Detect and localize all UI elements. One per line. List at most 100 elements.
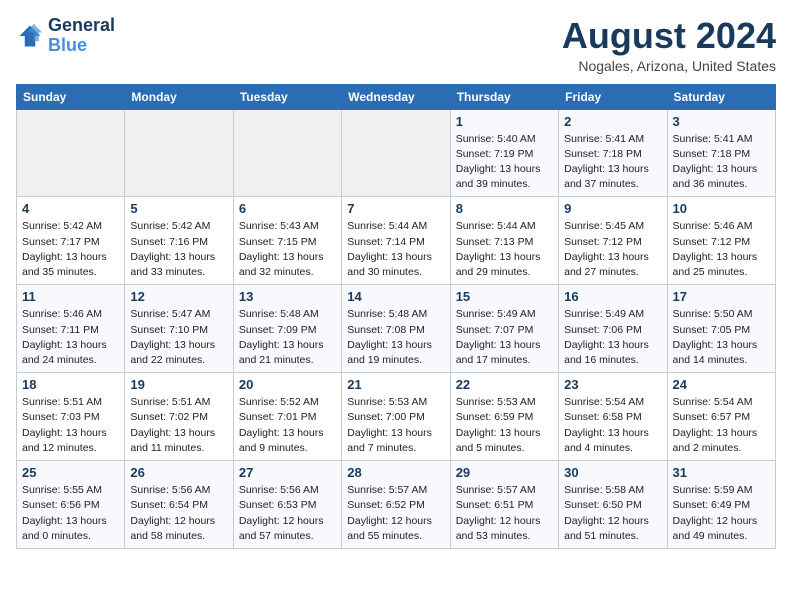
day-info: Sunrise: 5:47 AM Sunset: 7:10 PM Dayligh… (130, 307, 227, 368)
day-info: Sunrise: 5:57 AM Sunset: 6:51 PM Dayligh… (456, 483, 553, 544)
day-info: Sunrise: 5:53 AM Sunset: 6:59 PM Dayligh… (456, 395, 553, 456)
calendar-cell (233, 109, 341, 197)
day-info: Sunrise: 5:45 AM Sunset: 7:12 PM Dayligh… (564, 219, 661, 280)
calendar-cell: 27 Sunrise: 5:56 AM Sunset: 6:53 PM Dayli… (233, 461, 341, 549)
calendar-cell: 18 Sunrise: 5:51 AM Sunset: 7:03 PM Dayli… (17, 373, 125, 461)
day-info: Sunrise: 5:50 AM Sunset: 7:05 PM Dayligh… (673, 307, 770, 368)
day-info: Sunrise: 5:46 AM Sunset: 7:12 PM Dayligh… (673, 219, 770, 280)
day-info: Sunrise: 5:40 AM Sunset: 7:19 PM Dayligh… (456, 132, 553, 193)
day-info: Sunrise: 5:58 AM Sunset: 6:50 PM Dayligh… (564, 483, 661, 544)
day-number: 29 (456, 465, 553, 480)
calendar-cell (125, 109, 233, 197)
weekday-header: Tuesday (233, 84, 341, 109)
calendar-cell (17, 109, 125, 197)
title-block: August 2024 Nogales, Arizona, United Sta… (562, 16, 776, 74)
weekday-header: Wednesday (342, 84, 450, 109)
calendar-week-row: 11 Sunrise: 5:46 AM Sunset: 7:11 PM Dayli… (17, 285, 776, 373)
location: Nogales, Arizona, United States (562, 58, 776, 74)
day-info: Sunrise: 5:44 AM Sunset: 7:14 PM Dayligh… (347, 219, 444, 280)
day-number: 14 (347, 289, 444, 304)
calendar-cell: 1 Sunrise: 5:40 AM Sunset: 7:19 PM Daylig… (450, 109, 558, 197)
calendar-cell: 2Sunrise: 5:41 AM Sunset: 7:18 PM Daylig… (559, 109, 667, 197)
day-info: Sunrise: 5:44 AM Sunset: 7:13 PM Dayligh… (456, 219, 553, 280)
calendar-cell: 13Sunrise: 5:48 AM Sunset: 7:09 PM Dayli… (233, 285, 341, 373)
day-number: 3 (673, 114, 770, 129)
weekday-header: Friday (559, 84, 667, 109)
page-header: General Blue August 2024 Nogales, Arizon… (16, 16, 776, 74)
day-info: Sunrise: 5:57 AM Sunset: 6:52 PM Dayligh… (347, 483, 444, 544)
calendar-cell: 25Sunrise: 5:55 AM Sunset: 6:56 PM Dayli… (17, 461, 125, 549)
calendar-cell: 12 Sunrise: 5:47 AM Sunset: 7:10 PM Dayli… (125, 285, 233, 373)
calendar-cell: 4 Sunrise: 5:42 AM Sunset: 7:17 PM Daylig… (17, 197, 125, 285)
day-number: 4 (22, 201, 119, 216)
weekday-header: Thursday (450, 84, 558, 109)
calendar-cell: 20 Sunrise: 5:52 AM Sunset: 7:01 PM Dayli… (233, 373, 341, 461)
day-number: 19 (130, 377, 227, 392)
day-info: Sunrise: 5:42 AM Sunset: 7:17 PM Dayligh… (22, 219, 119, 280)
calendar-cell: 3Sunrise: 5:41 AM Sunset: 7:18 PM Daylig… (667, 109, 775, 197)
day-info: Sunrise: 5:49 AM Sunset: 7:06 PM Dayligh… (564, 307, 661, 368)
day-info: Sunrise: 5:48 AM Sunset: 7:08 PM Dayligh… (347, 307, 444, 368)
day-number: 12 (130, 289, 227, 304)
day-number: 26 (130, 465, 227, 480)
calendar-cell: 24 Sunrise: 5:54 AM Sunset: 6:57 PM Dayli… (667, 373, 775, 461)
day-info: Sunrise: 5:56 AM Sunset: 6:53 PM Dayligh… (239, 483, 336, 544)
day-info: Sunrise: 5:46 AM Sunset: 7:11 PM Dayligh… (22, 307, 119, 368)
weekday-header: Monday (125, 84, 233, 109)
calendar-cell: 26 Sunrise: 5:56 AM Sunset: 6:54 PM Dayli… (125, 461, 233, 549)
day-info: Sunrise: 5:52 AM Sunset: 7:01 PM Dayligh… (239, 395, 336, 456)
calendar-cell: 15Sunrise: 5:49 AM Sunset: 7:07 PM Dayli… (450, 285, 558, 373)
calendar-cell: 7 Sunrise: 5:44 AM Sunset: 7:14 PM Daylig… (342, 197, 450, 285)
calendar-cell: 29 Sunrise: 5:57 AM Sunset: 6:51 PM Dayli… (450, 461, 558, 549)
day-info: Sunrise: 5:51 AM Sunset: 7:03 PM Dayligh… (22, 395, 119, 456)
calendar-cell: 23Sunrise: 5:54 AM Sunset: 6:58 PM Dayli… (559, 373, 667, 461)
day-info: Sunrise: 5:41 AM Sunset: 7:18 PM Dayligh… (564, 132, 661, 193)
day-info: Sunrise: 5:54 AM Sunset: 6:58 PM Dayligh… (564, 395, 661, 456)
calendar-cell: 6 Sunrise: 5:43 AM Sunset: 7:15 PM Daylig… (233, 197, 341, 285)
calendar-cell: 28 Sunrise: 5:57 AM Sunset: 6:52 PM Dayli… (342, 461, 450, 549)
calendar-cell: 22Sunrise: 5:53 AM Sunset: 6:59 PM Dayli… (450, 373, 558, 461)
day-number: 10 (673, 201, 770, 216)
day-number: 13 (239, 289, 336, 304)
calendar-table: SundayMondayTuesdayWednesdayThursdayFrid… (16, 84, 776, 549)
calendar-cell: 30Sunrise: 5:58 AM Sunset: 6:50 PM Dayli… (559, 461, 667, 549)
day-info: Sunrise: 5:53 AM Sunset: 7:00 PM Dayligh… (347, 395, 444, 456)
day-info: Sunrise: 5:59 AM Sunset: 6:49 PM Dayligh… (673, 483, 770, 544)
calendar-cell: 11 Sunrise: 5:46 AM Sunset: 7:11 PM Dayli… (17, 285, 125, 373)
day-number: 24 (673, 377, 770, 392)
day-info: Sunrise: 5:42 AM Sunset: 7:16 PM Dayligh… (130, 219, 227, 280)
calendar-cell: 16 Sunrise: 5:49 AM Sunset: 7:06 PM Dayli… (559, 285, 667, 373)
calendar-cell (342, 109, 450, 197)
day-number: 16 (564, 289, 661, 304)
day-number: 7 (347, 201, 444, 216)
day-number: 17 (673, 289, 770, 304)
calendar-cell: 19Sunrise: 5:51 AM Sunset: 7:02 PM Dayli… (125, 373, 233, 461)
calendar-cell: 8 Sunrise: 5:44 AM Sunset: 7:13 PM Daylig… (450, 197, 558, 285)
calendar-cell: 10 Sunrise: 5:46 AM Sunset: 7:12 PM Dayli… (667, 197, 775, 285)
day-info: Sunrise: 5:54 AM Sunset: 6:57 PM Dayligh… (673, 395, 770, 456)
day-number: 27 (239, 465, 336, 480)
day-number: 20 (239, 377, 336, 392)
calendar-week-row: 18 Sunrise: 5:51 AM Sunset: 7:03 PM Dayli… (17, 373, 776, 461)
calendar-cell: 21Sunrise: 5:53 AM Sunset: 7:00 PM Dayli… (342, 373, 450, 461)
day-number: 8 (456, 201, 553, 216)
day-number: 6 (239, 201, 336, 216)
weekday-header: Saturday (667, 84, 775, 109)
day-number: 5 (130, 201, 227, 216)
day-number: 1 (456, 114, 553, 129)
day-info: Sunrise: 5:49 AM Sunset: 7:07 PM Dayligh… (456, 307, 553, 368)
calendar-week-row: 25Sunrise: 5:55 AM Sunset: 6:56 PM Dayli… (17, 461, 776, 549)
day-number: 18 (22, 377, 119, 392)
calendar-cell: 5 Sunrise: 5:42 AM Sunset: 7:16 PM Daylig… (125, 197, 233, 285)
day-info: Sunrise: 5:56 AM Sunset: 6:54 PM Dayligh… (130, 483, 227, 544)
day-number: 31 (673, 465, 770, 480)
calendar-cell: 31 Sunrise: 5:59 AM Sunset: 6:49 PM Dayli… (667, 461, 775, 549)
logo-text: General Blue (48, 16, 115, 56)
day-number: 28 (347, 465, 444, 480)
day-info: Sunrise: 5:43 AM Sunset: 7:15 PM Dayligh… (239, 219, 336, 280)
month-title: August 2024 (562, 16, 776, 56)
calendar-cell: 9Sunrise: 5:45 AM Sunset: 7:12 PM Daylig… (559, 197, 667, 285)
calendar-cell: 17 Sunrise: 5:50 AM Sunset: 7:05 PM Dayli… (667, 285, 775, 373)
day-number: 11 (22, 289, 119, 304)
logo-icon (16, 22, 44, 50)
